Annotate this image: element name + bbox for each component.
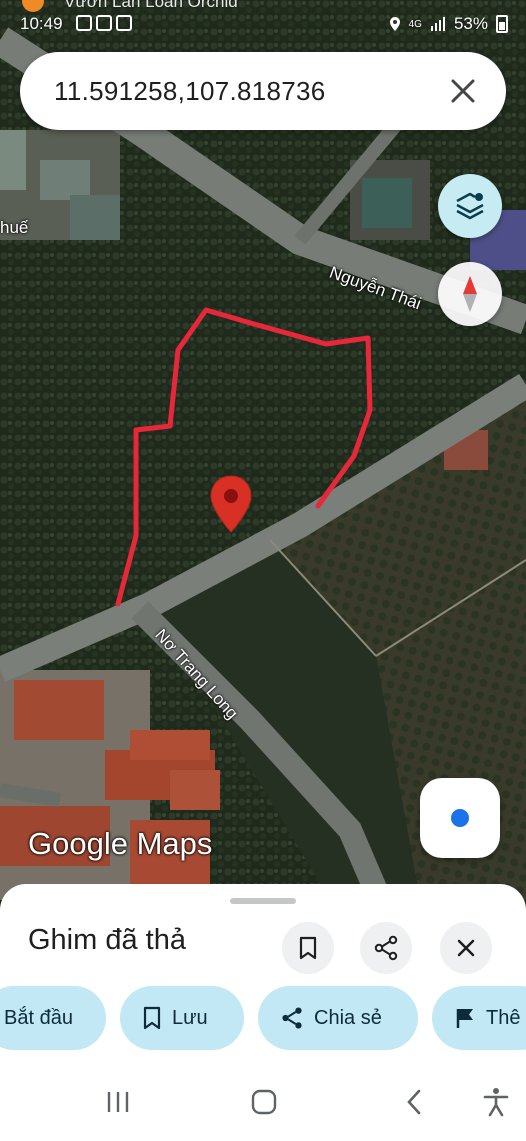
notification-icon — [76, 15, 92, 31]
notification-icon — [96, 15, 112, 31]
layers-icon — [456, 192, 484, 220]
app-notification-icon — [22, 0, 44, 12]
save-icon-button[interactable] — [282, 922, 334, 974]
start-chip[interactable]: Bắt đầu — [0, 986, 106, 1050]
save-chip-label: Lưu — [172, 1006, 208, 1029]
search-query[interactable]: 11.591258,107.818736 — [54, 76, 326, 107]
home-icon — [251, 1089, 277, 1115]
sheet-title: Ghim đã thả — [28, 924, 186, 956]
share-chip[interactable]: Chia sẻ — [258, 986, 418, 1050]
my-location-button[interactable] — [420, 778, 500, 858]
start-chip-label: Bắt đầu — [4, 1006, 73, 1029]
share-icon — [374, 935, 398, 961]
accessibility-button[interactable] — [478, 1084, 514, 1120]
map-view[interactable]: huế Nguyễn Thái Nơ Trang Long Google Map… — [0, 0, 526, 900]
network-type-label: 4G — [408, 18, 422, 30]
back-button[interactable] — [396, 1084, 432, 1120]
map-label-hue: huế — [0, 218, 29, 237]
close-icon — [457, 939, 475, 957]
battery-percent: 53% — [453, 14, 488, 33]
recents-button[interactable] — [100, 1084, 136, 1120]
compass-button[interactable] — [438, 262, 502, 326]
dropped-pin-icon[interactable] — [208, 474, 254, 534]
notification-icons — [76, 15, 132, 31]
save-chip[interactable]: Lưu — [120, 986, 244, 1050]
flag-icon — [456, 1009, 473, 1028]
search-bar[interactable]: 11.591258,107.818736 — [20, 52, 506, 130]
status-bar: Vườn Lan Loan Orchid 10:49 4G 53% — [0, 0, 526, 44]
status-right: 4G 53% — [389, 14, 508, 34]
compass-icon — [463, 276, 477, 312]
share-icon-button[interactable] — [360, 922, 412, 974]
label-chip[interactable]: Thê — [432, 986, 526, 1050]
satellite-imagery — [0, 0, 526, 900]
layers-button[interactable] — [438, 174, 502, 238]
signal-icon — [430, 17, 445, 31]
label-chip-label: Thê — [486, 1006, 521, 1029]
close-icon[interactable] — [446, 74, 480, 108]
google-maps-logo: Google Maps — [28, 826, 213, 861]
home-button[interactable] — [246, 1084, 282, 1120]
bookmark-icon — [143, 1006, 161, 1030]
back-icon — [407, 1089, 421, 1115]
my-location-icon — [451, 809, 469, 827]
battery-icon — [496, 15, 508, 33]
notification-title: Vườn Lan Loan Orchid — [64, 0, 238, 11]
check-icon — [116, 15, 132, 31]
close-sheet-button[interactable] — [440, 922, 492, 974]
sheet-drag-handle[interactable] — [230, 898, 296, 904]
share-chip-label: Chia sẻ — [314, 1006, 382, 1029]
location-icon — [389, 17, 400, 31]
bookmark-icon — [299, 936, 317, 960]
share-icon — [282, 1007, 302, 1029]
accessibility-icon — [483, 1088, 509, 1117]
status-time: 10:49 — [20, 14, 63, 33]
system-nav-bar — [0, 1062, 526, 1141]
recents-icon — [107, 1092, 129, 1112]
